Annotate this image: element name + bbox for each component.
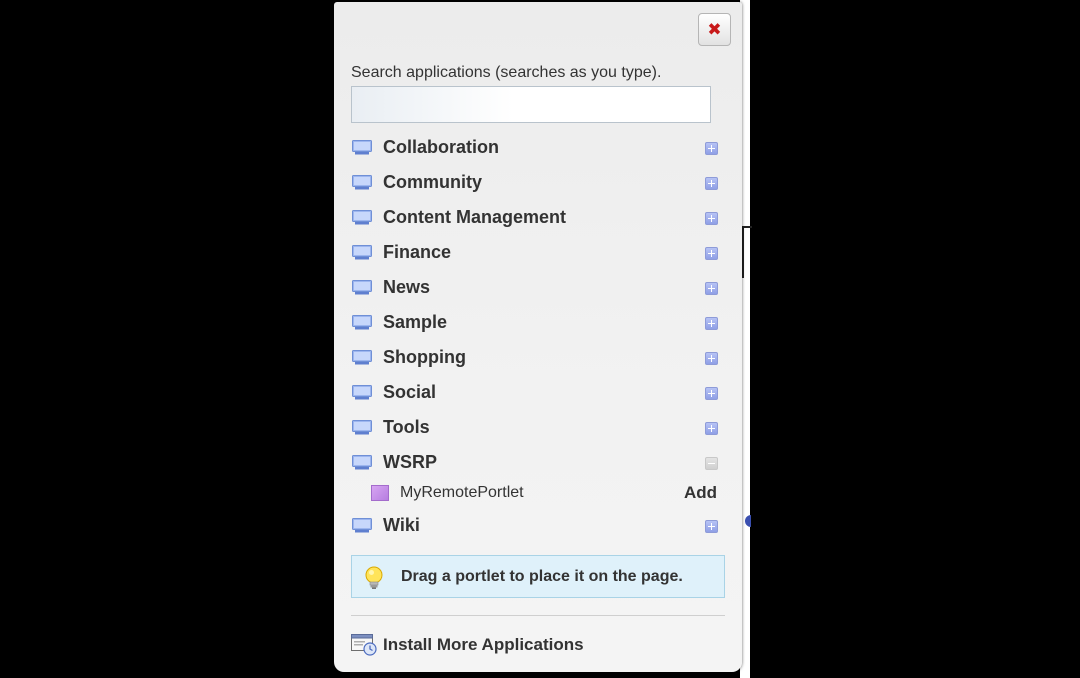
portlet-item[interactable]: MyRemotePortlet Add (334, 480, 742, 508)
category-sample[interactable]: Sample (334, 305, 742, 340)
monitor-icon (352, 518, 372, 533)
portlet-icon (371, 485, 389, 501)
install-window-icon (351, 634, 377, 656)
category-finance[interactable]: Finance (334, 235, 742, 270)
category-wsrp[interactable]: WSRP (334, 445, 742, 480)
category-label: Tools (383, 417, 430, 437)
category-label: Shopping (383, 347, 466, 367)
install-more-applications-link[interactable]: Install More Applications (351, 632, 611, 658)
plus-icon[interactable] (705, 142, 718, 155)
divider (351, 615, 725, 616)
monitor-icon (352, 350, 372, 365)
search-input[interactable] (351, 86, 711, 123)
monitor-icon (352, 140, 372, 155)
category-label: Collaboration (383, 137, 499, 157)
category-list: Collaboration Community Content Manageme… (334, 130, 742, 543)
category-shopping[interactable]: Shopping (334, 340, 742, 375)
close-button[interactable]: ✖ (698, 13, 731, 46)
category-label: Social (383, 382, 437, 402)
monitor-icon (352, 385, 372, 400)
monitor-icon (352, 280, 372, 295)
install-label: Install More Applications (383, 635, 584, 654)
monitor-icon (352, 455, 372, 470)
category-content-management[interactable]: Content Management (334, 200, 742, 235)
category-label: Wiki (383, 515, 420, 535)
category-community[interactable]: Community (334, 165, 742, 200)
monitor-icon (352, 210, 372, 225)
category-tools[interactable]: Tools (334, 410, 742, 445)
plus-icon[interactable] (705, 282, 718, 295)
portlet-label: MyRemotePortlet (400, 484, 524, 501)
category-label: Sample (383, 312, 448, 332)
monitor-icon (352, 420, 372, 435)
plus-icon[interactable] (705, 387, 718, 400)
category-label: News (383, 277, 431, 297)
underlying-page-element (745, 515, 751, 527)
category-label: WSRP (383, 452, 437, 472)
monitor-icon (352, 315, 372, 330)
plus-icon[interactable] (705, 177, 718, 190)
close-icon: ✖ (707, 20, 722, 39)
plus-icon[interactable] (705, 422, 718, 435)
plus-icon[interactable] (705, 352, 718, 365)
category-news[interactable]: News (334, 270, 742, 305)
tip-text: Drag a portlet to place it on the page. (401, 568, 683, 585)
drag-tip: Drag a portlet to place it on the page. (351, 555, 725, 598)
category-social[interactable]: Social (334, 375, 742, 410)
add-portlet-link[interactable]: Add (684, 483, 717, 503)
add-application-panel: ✖ Search applications (searches as you t… (334, 2, 742, 672)
lightbulb-icon (365, 566, 383, 589)
category-collaboration[interactable]: Collaboration (334, 130, 742, 165)
plus-icon[interactable] (705, 520, 718, 533)
category-wiki[interactable]: Wiki (334, 508, 742, 543)
monitor-icon (352, 245, 372, 260)
plus-icon[interactable] (705, 247, 718, 260)
minus-icon[interactable] (705, 457, 718, 470)
plus-icon[interactable] (705, 317, 718, 330)
category-label: Finance (383, 242, 452, 262)
category-label: Community (383, 172, 482, 192)
search-label: Search applications (searches as you typ… (351, 64, 662, 81)
monitor-icon (352, 175, 372, 190)
plus-icon[interactable] (705, 212, 718, 225)
category-label: Content Management (383, 207, 567, 227)
underlying-page-element (742, 226, 752, 278)
